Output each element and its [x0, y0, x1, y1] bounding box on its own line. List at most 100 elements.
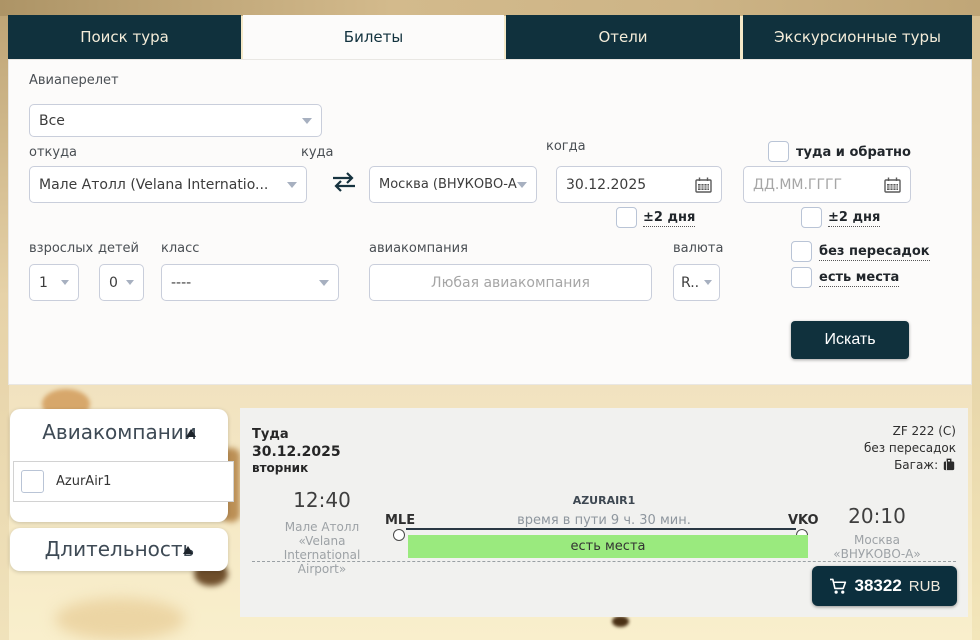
destination-value: Москва (ВНУКОВО-А) — [379, 177, 517, 192]
adults-value: 1 — [39, 275, 48, 291]
tab-tickets[interactable]: Билеты — [243, 15, 504, 59]
airline-label: авиакомпания — [369, 241, 468, 256]
chevron-down-icon — [126, 280, 134, 285]
arrival-airport-line: «ВНУКОВО-А» — [817, 547, 937, 561]
airlines-filter-header[interactable]: Авиакомпании — [10, 409, 228, 444]
when-label: когда — [546, 139, 586, 154]
return-flex-dates-checkbox[interactable] — [801, 207, 822, 228]
calendar-icon — [695, 177, 712, 193]
seats-available-label[interactable]: есть места — [819, 270, 899, 287]
cart-icon — [829, 578, 848, 595]
search-button-label: Искать — [824, 331, 875, 349]
currency-select[interactable]: R.. — [673, 264, 720, 301]
carrier-name: AZURAIR1 — [454, 494, 754, 507]
seats-available-banner: есть места — [408, 535, 808, 558]
round-trip-checkbox[interactable] — [768, 141, 789, 162]
route-line — [406, 528, 796, 530]
tab-label: Отели — [598, 28, 647, 46]
no-transfers-checkbox[interactable] — [791, 241, 812, 262]
airlines-filter-title: Авиакомпании — [42, 420, 197, 444]
departure-block: 12:40 Мале Атолл «Velana International A… — [262, 488, 382, 576]
from-label: откуда — [29, 145, 77, 160]
flight-type-select[interactable]: Все — [29, 104, 322, 137]
depart-date-input[interactable]: 30.12.2025 — [556, 166, 722, 203]
flight-number: ZF 222 (C) — [864, 423, 956, 440]
currency-value: R.. — [681, 275, 699, 291]
children-label: детей — [98, 241, 139, 256]
tab-label: Экскурсионные туры — [774, 28, 941, 46]
price-currency: RUB — [909, 578, 941, 595]
destination-select[interactable]: Москва (ВНУКОВО-А) — [369, 166, 537, 203]
background-blur-shape — [612, 616, 629, 627]
duration-filter-header[interactable]: Длительность — [10, 528, 228, 561]
seats-available-checkbox[interactable] — [791, 267, 812, 288]
airline-filter-label: AzurAir1 — [56, 474, 111, 489]
baggage-icon — [942, 458, 956, 471]
origin-value: Мале Атолл (Velana Internatio... — [39, 177, 268, 193]
adults-label: взрослых — [29, 241, 93, 256]
arrival-time: 20:10 — [817, 504, 937, 528]
flight-search-panel: Авиаперелет Все откуда куда Мале Атолл (… — [8, 59, 972, 385]
page: Поиск тура Билеты Отели Экскурсионные ту… — [0, 0, 980, 640]
collapse-arrow-icon — [183, 546, 193, 554]
departure-airport-line: Мале Атолл — [262, 520, 382, 534]
swap-arrows-icon — [331, 170, 357, 194]
tab-label: Поиск тура — [80, 28, 169, 46]
class-select[interactable]: ---- — [161, 264, 339, 301]
chevron-down-icon — [302, 118, 312, 124]
background-photo-strip-top — [0, 0, 980, 16]
search-button[interactable]: Искать — [791, 321, 909, 359]
direction-label: Туда — [252, 427, 289, 442]
price-divider — [252, 561, 956, 562]
price-value: 38322 — [855, 576, 902, 596]
chevron-down-icon — [319, 280, 329, 286]
flight-weekday: вторник — [252, 461, 308, 475]
tab-tour-search[interactable]: Поиск тура — [8, 15, 241, 59]
duration-text: время в пути 9 ч. 30 мин. — [454, 513, 754, 528]
flight-type-value: Все — [39, 113, 65, 129]
class-value: ---- — [171, 275, 191, 291]
route-endpoint-marker — [393, 529, 405, 541]
round-trip-label: туда и обратно — [796, 145, 911, 160]
chevron-down-icon — [287, 182, 297, 188]
background-blur-shape — [55, 598, 185, 640]
buy-ticket-button[interactable]: 38322 RUB — [812, 566, 957, 606]
departure-time: 12:40 — [262, 488, 382, 512]
baggage-label: Багаж: — [894, 458, 938, 472]
to-label: куда — [301, 145, 334, 160]
duration-filter-title: Длительность — [45, 537, 195, 561]
flight-result-card: Туда 30.12.2025 вторник ZF 222 (C) без п… — [240, 408, 968, 617]
airline-filter-checkbox[interactable] — [21, 470, 44, 493]
airline-input[interactable]: Любая авиакомпания — [369, 264, 652, 301]
depart-flex-dates-label[interactable]: ±2 дня — [643, 210, 695, 227]
calendar-icon — [884, 177, 901, 193]
adults-select[interactable]: 1 — [29, 264, 79, 301]
arrival-block: 20:10 Москва «ВНУКОВО-А» — [817, 504, 937, 561]
depart-flex-dates-checkbox[interactable] — [616, 207, 637, 228]
chevron-down-icon — [61, 280, 69, 285]
origin-select[interactable]: Мале Атолл (Velana Internatio... — [29, 166, 307, 203]
children-value: 0 — [109, 275, 118, 291]
return-date-placeholder: ДД.ММ.ГГГГ — [753, 177, 842, 193]
class-label: класс — [161, 241, 199, 256]
tab-hotels[interactable]: Отели — [506, 15, 740, 59]
airline-filter-row: AzurAir1 — [13, 461, 234, 502]
section-label: Авиаперелет — [29, 73, 119, 88]
tab-excursion-tours[interactable]: Экскурсионные туры — [743, 15, 972, 59]
swap-directions-button[interactable] — [331, 170, 357, 198]
return-flex-dates-label[interactable]: ±2 дня — [828, 210, 880, 227]
tab-label: Билеты — [344, 28, 403, 46]
airline-placeholder: Любая авиакомпания — [431, 275, 590, 291]
chevron-down-icon — [517, 182, 527, 188]
no-transfers-label[interactable]: без пересадок — [819, 244, 930, 261]
flight-date: 30.12.2025 — [252, 444, 341, 460]
arrival-airport-line: Москва — [817, 533, 937, 547]
children-select[interactable]: 0 — [99, 264, 144, 301]
depart-date-value: 30.12.2025 — [566, 177, 646, 193]
flight-meta: ZF 222 (C) без пересадок Багаж: — [864, 423, 956, 474]
departure-airport-line: Airport» — [262, 562, 382, 576]
return-date-input[interactable]: ДД.ММ.ГГГГ — [743, 166, 911, 203]
collapse-arrow-icon — [186, 429, 196, 437]
departure-airport-code: MLE — [385, 513, 413, 528]
transfers-note: без пересадок — [864, 440, 956, 457]
